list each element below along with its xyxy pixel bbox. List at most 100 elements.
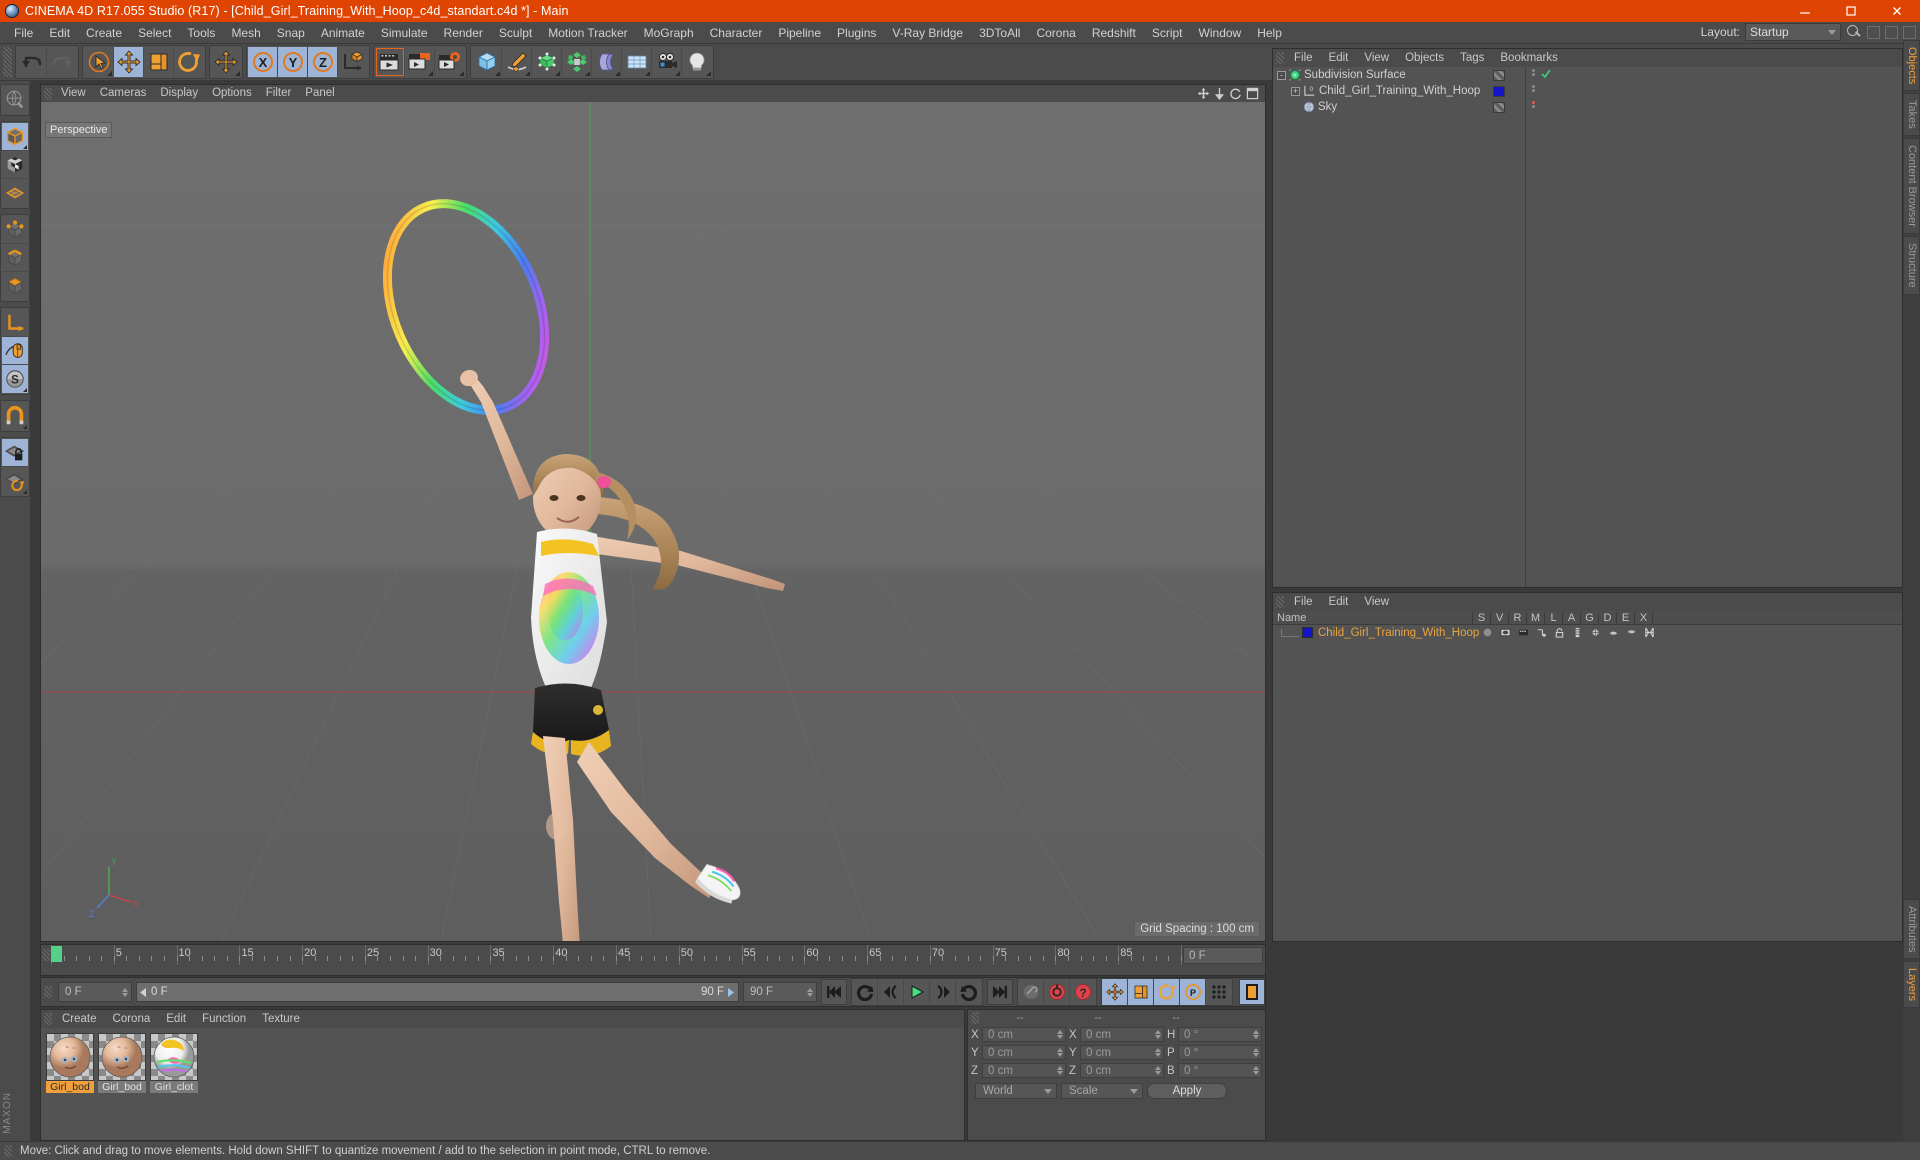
right-tab-takes[interactable]: Takes [1903,93,1920,137]
expression-tag-icon[interactable] [1640,627,1658,638]
object-menu-tags[interactable]: Tags [1452,49,1492,67]
timeline-frame-field[interactable]: 0 F [1183,947,1263,964]
object-menu-bookmarks[interactable]: Bookmarks [1492,49,1566,67]
viewport-rotate-icon[interactable] [1229,87,1242,100]
object-row[interactable]: Sky [1273,99,1902,115]
menu-item-create[interactable]: Create [78,22,130,44]
menu-item-pipeline[interactable]: Pipeline [770,22,829,44]
coord-field-pos-z[interactable]: 0 cm [982,1063,1066,1078]
apply-button[interactable]: Apply [1147,1083,1227,1099]
menu-item-sculpt[interactable]: Sculpt [491,22,540,44]
visibility-dot-editor[interactable] [1531,69,1535,72]
viewport-menu-panel[interactable]: Panel [298,85,341,102]
menu-item-window[interactable]: Window [1191,22,1250,44]
axis-z-button[interactable]: Z [308,47,338,77]
polygon-mode-icon[interactable] [2,272,28,300]
point-level-animation-button[interactable] [1206,979,1232,1005]
menu-item-mograph[interactable]: MoGraph [636,22,702,44]
object-visibility-dots[interactable] [1529,68,1537,77]
object-menu-view[interactable]: View [1356,49,1397,67]
cube-primitive-icon[interactable] [472,47,502,77]
floor-scene-icon[interactable] [622,47,652,77]
menu-item-snap[interactable]: Snap [269,22,313,44]
coord-field-size-z[interactable]: 0 cm [1080,1063,1164,1078]
viewport-solo-icon[interactable] [2,337,28,365]
material-cell[interactable]: Girl_clot [150,1033,198,1093]
layout-select[interactable]: Startup [1745,23,1841,41]
mattag-menu-edit[interactable]: Edit [1321,593,1357,611]
workplane-rotate-icon[interactable] [2,467,28,495]
compositing-tag-icon[interactable] [1532,627,1550,638]
right-tab-objects[interactable]: Objects [1903,40,1920,92]
material-tag-grip[interactable] [1276,596,1284,608]
menu-item-edit[interactable]: Edit [41,22,78,44]
material-preview[interactable] [150,1033,198,1081]
object-menu-file[interactable]: File [1286,49,1321,67]
menu-item-character[interactable]: Character [702,22,771,44]
viewport-menu-filter[interactable]: Filter [259,85,299,102]
object-menu-edit[interactable]: Edit [1321,49,1357,67]
object-row[interactable]: - Subdivision Surface [1273,67,1902,83]
menu-item-plugins[interactable]: Plugins [829,22,884,44]
menu-item-3dtoall[interactable]: 3DToAll [971,22,1028,44]
point-mode-icon[interactable] [2,216,28,244]
lock-tag-icon[interactable] [1550,627,1568,638]
coord-spinner[interactable] [1057,1066,1063,1075]
window-close-icon[interactable] [1903,25,1916,39]
rotate-tool-button[interactable] [174,47,204,77]
visibility-dot-editor[interactable] [1531,101,1535,104]
timeline-button[interactable] [1239,979,1265,1005]
next-frame-button[interactable] [930,979,956,1005]
status-bar-grip[interactable] [4,1145,12,1157]
object-tag-cell[interactable] [1493,99,1525,115]
right-tab-content-browser[interactable]: Content Browser [1903,138,1920,234]
right-tab-layers[interactable]: Layers [1903,960,1920,1008]
coord-spinner[interactable] [1057,1030,1063,1039]
object-manager-grip[interactable] [1276,52,1284,64]
go-to-end-button[interactable] [987,979,1013,1005]
axis-x-button[interactable]: X [248,47,278,77]
undo-button[interactable] [17,47,47,77]
timeline-ruler[interactable]: 051015202530354045505560657075808590 [51,945,1195,965]
select-cursor-icon[interactable] [84,47,114,77]
object-tag-cell[interactable] [1493,83,1525,99]
coord-spinner[interactable] [1155,1066,1161,1075]
previous-frame-button[interactable] [878,979,904,1005]
menu-item-file[interactable]: File [6,22,41,44]
timeline-range-scrollbar[interactable]: 0 F 90 F [136,982,739,1002]
coord-spinner[interactable] [1155,1048,1161,1057]
object-expander[interactable]: + [1291,86,1300,96]
make-editable-icon[interactable] [2,86,28,114]
render-view-icon[interactable] [375,47,405,77]
right-tab-structure[interactable]: Structure [1903,235,1920,295]
window-minimize-icon[interactable] [1885,25,1898,39]
coord-spinner[interactable] [1155,1030,1161,1039]
next-key-button[interactable] [956,979,982,1005]
menu-item-redshift[interactable]: Redshift [1084,22,1144,44]
right-tab-attributes[interactable]: Attributes [1903,898,1920,959]
coord-field-size-y[interactable]: 0 cm [1080,1045,1164,1060]
search-icon[interactable] [1846,24,1862,40]
material-manager-body[interactable]: Girl_bod Girl_bod Girl_clot [41,1028,964,1140]
scale-key-button[interactable] [1128,979,1154,1005]
material-tag-row[interactable]: Child_Girl_Training_With_Hoop [1273,625,1902,640]
timeline-grip[interactable] [42,949,50,961]
menu-item-motion-tracker[interactable]: Motion Tracker [540,22,635,44]
playhead-marker[interactable] [51,946,62,962]
previous-key-button[interactable] [852,979,878,1005]
display-tag-icon[interactable] [1496,627,1514,638]
keyframe-selection-button[interactable]: ? [1070,979,1096,1005]
menu-item-mesh[interactable]: Mesh [223,22,268,44]
menu-item-v-ray-bridge[interactable]: V-Ray Bridge [884,22,971,44]
current-frame-spinner[interactable] [122,987,128,997]
spline-pen-icon[interactable] [502,47,532,77]
generator-icon[interactable] [532,47,562,77]
menu-item-simulate[interactable]: Simulate [373,22,436,44]
matman-menu-texture[interactable]: Texture [254,1010,308,1028]
current-frame-field[interactable]: 0 F [58,982,132,1002]
material-manager-grip[interactable] [44,1013,52,1025]
material-name[interactable]: Girl_bod [46,1081,94,1093]
deformer-tag-icon[interactable] [1604,627,1622,638]
render-settings-icon[interactable] [435,47,465,77]
coord-field-rot-h[interactable]: 0 ° [1178,1027,1262,1042]
